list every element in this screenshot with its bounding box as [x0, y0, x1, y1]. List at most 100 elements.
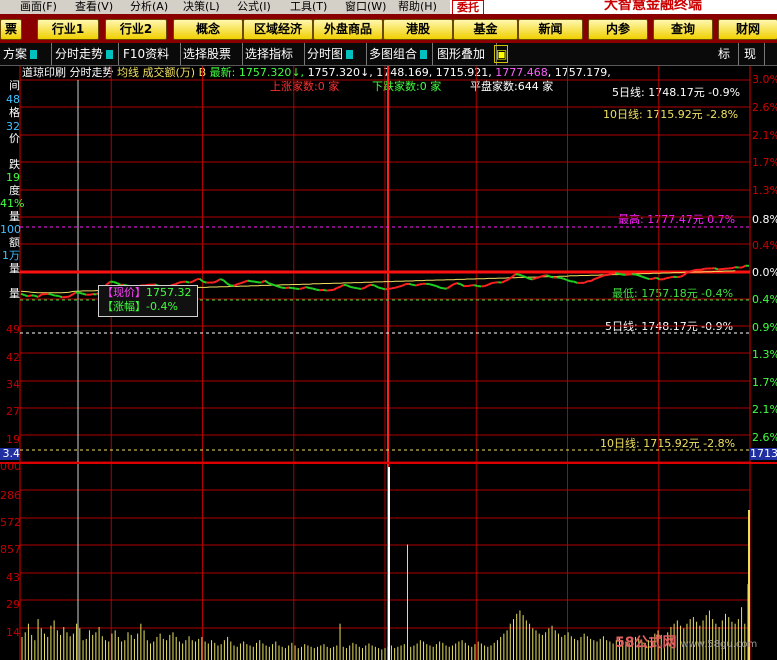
- price-segment: [237, 282, 242, 286]
- price-segment: [377, 286, 382, 290]
- price-segment: [79, 291, 84, 295]
- price-segment: [188, 280, 193, 284]
- price-segment: [247, 279, 252, 283]
- price-segment: [395, 285, 400, 289]
- left-label: 1万: [2, 249, 20, 262]
- volume-tick: 572: [0, 516, 21, 529]
- price-segment: [292, 287, 296, 290]
- price-segment: [82, 292, 87, 296]
- price-segment: [532, 277, 537, 281]
- pct-tick: 2.6%: [752, 101, 777, 114]
- price-segment: [305, 286, 310, 289]
- left-label: 格: [9, 106, 20, 119]
- price-segment: [484, 283, 489, 288]
- price-segment: [89, 293, 94, 296]
- price-segment: [233, 283, 238, 287]
- price-segment: [456, 282, 461, 286]
- price-segment: [216, 278, 221, 283]
- price-segment: [590, 278, 595, 282]
- price-segment: [618, 272, 623, 276]
- volume-tick: 29: [6, 598, 20, 611]
- price-segment: [429, 283, 434, 287]
- price-segment: [240, 280, 245, 285]
- price-segment: [522, 274, 527, 279]
- price-segment: [343, 283, 348, 287]
- price-segment: [669, 275, 674, 279]
- volume-tick: 43: [6, 571, 20, 584]
- right-axis: 3.0% 2.6% 2.1% 1.7% 1.3% 0.8% 0.4% 0.0% …: [750, 66, 777, 660]
- price-segment: [398, 284, 403, 288]
- price-segment: [679, 274, 685, 278]
- price-segment: [323, 288, 327, 292]
- price-segment: [449, 283, 455, 288]
- price-segment: [439, 286, 444, 290]
- price-segment: [353, 286, 358, 290]
- price-segment: [267, 281, 273, 286]
- price-segment: [68, 293, 74, 298]
- price-segment: [559, 276, 564, 280]
- price-segment: [298, 287, 303, 290]
- volume-tick: 286: [0, 489, 21, 502]
- price-segment: [374, 284, 379, 289]
- tooltip-price-label: 【现价】: [102, 286, 146, 299]
- price-segment: [700, 267, 705, 271]
- price-segment: [113, 280, 118, 285]
- price-segment: [518, 273, 523, 277]
- price-segment: [419, 282, 423, 286]
- price-segment: [20, 292, 25, 296]
- price-segment: [508, 275, 513, 281]
- price-segment: [600, 274, 606, 278]
- left-label: 跌: [9, 158, 20, 171]
- price-segment: [491, 281, 496, 285]
- price-segment: [563, 277, 568, 281]
- price-segment: [583, 280, 589, 284]
- price-segment: [504, 278, 510, 282]
- pct-tick: 3.0%: [752, 73, 777, 86]
- price-segment: [271, 283, 276, 287]
- price-segment: [607, 272, 612, 276]
- price-tooltip: 【现价】1757.32 【涨幅】-0.4%: [98, 285, 198, 317]
- price-segment: [638, 274, 643, 278]
- pct-tick: 1.3%: [752, 184, 777, 197]
- left-label: 量: [9, 262, 20, 275]
- tooltip-change-label: 【涨幅】: [102, 300, 146, 313]
- price-segment: [381, 287, 386, 291]
- pct-tick: 2.1%: [752, 403, 777, 416]
- price-segment: [690, 269, 695, 273]
- left-label: 间: [9, 79, 20, 92]
- price-segment: [371, 283, 375, 287]
- price-segment: [388, 287, 393, 290]
- price-tick: 27: [6, 405, 20, 418]
- price-segment: [185, 280, 190, 284]
- price-segment: [302, 286, 307, 290]
- price-segment: [474, 284, 478, 288]
- price-segment: [312, 287, 317, 291]
- intraday-chart[interactable]: [0, 0, 777, 660]
- price-segment: [212, 280, 218, 284]
- price-tick: 49: [6, 323, 20, 336]
- pct-tick: 2.6%: [752, 431, 777, 444]
- left-label: 度: [9, 184, 20, 197]
- price-segment: [316, 288, 320, 292]
- left-label: 价: [9, 132, 20, 145]
- price-segment: [714, 267, 719, 271]
- price-segment: [446, 285, 451, 290]
- price-segment: [686, 270, 691, 274]
- current-price-tag-right: 1713: [750, 447, 777, 460]
- volume-tick: 857: [0, 543, 21, 556]
- price-segment: [219, 278, 224, 282]
- price-segment: [415, 283, 420, 287]
- price-segment: [254, 280, 259, 284]
- price-segment: [274, 284, 279, 288]
- price-segment: [58, 295, 63, 299]
- price-segment: [51, 293, 56, 297]
- price-segment: [243, 279, 248, 283]
- price-segment: [594, 276, 599, 280]
- watermark: 58公式网 www.58gu.com: [615, 632, 757, 652]
- price-segment: [264, 279, 269, 284]
- left-label: 100: [0, 223, 21, 236]
- price-segment: [222, 279, 228, 285]
- price-segment: [48, 292, 53, 296]
- price-segment: [226, 282, 231, 287]
- volume-tick: 14: [6, 626, 20, 639]
